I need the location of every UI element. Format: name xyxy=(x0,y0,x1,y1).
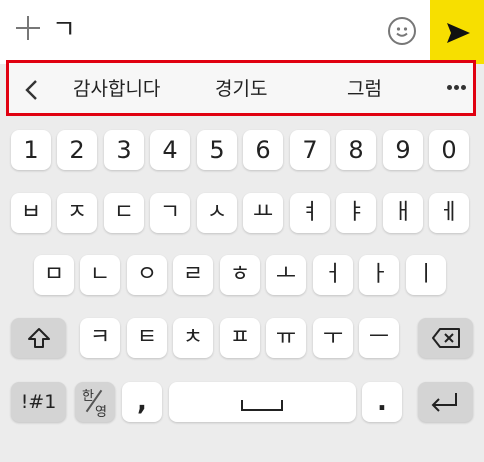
emoji-icon[interactable] xyxy=(388,17,416,45)
message-input-bar: ㄱ xyxy=(0,0,484,64)
more-horizontal-icon[interactable] xyxy=(447,85,467,91)
key-4[interactable]: 4 xyxy=(150,130,190,170)
key-mieum[interactable]: ㅁ xyxy=(34,255,74,295)
key-ieung[interactable]: ㅇ xyxy=(127,255,167,295)
key-6[interactable]: 6 xyxy=(243,130,283,170)
key-1[interactable]: 1 xyxy=(11,130,51,170)
key-jieut[interactable]: ㅈ xyxy=(57,193,97,233)
suggestion-item[interactable]: 그럼 xyxy=(347,77,382,101)
suggestion-item[interactable]: 감사합니다 xyxy=(73,77,160,101)
key-9[interactable]: 9 xyxy=(383,130,423,170)
key-ya[interactable]: ㅑ xyxy=(336,193,376,233)
key-e[interactable]: ㅔ xyxy=(429,193,469,233)
key-tieut[interactable]: ㅌ xyxy=(127,318,167,358)
key-5[interactable]: 5 xyxy=(197,130,237,170)
key-a[interactable]: ㅏ xyxy=(359,255,399,295)
key-eu[interactable]: ㅡ xyxy=(359,318,399,358)
key-2[interactable]: 2 xyxy=(57,130,97,170)
key-chieut[interactable]: ㅊ xyxy=(173,318,213,358)
chevron-left-icon[interactable] xyxy=(23,79,41,100)
key-eo[interactable]: ㅓ xyxy=(313,255,353,295)
period-key[interactable]: . xyxy=(362,382,402,422)
key-kieuk[interactable]: ㅋ xyxy=(80,318,120,358)
key-digeut[interactable]: ㄷ xyxy=(104,193,144,233)
plus-icon[interactable] xyxy=(14,14,42,42)
space-key[interactable] xyxy=(169,382,356,422)
key-i[interactable]: ㅣ xyxy=(406,255,446,295)
enter-button[interactable] xyxy=(418,382,473,422)
backspace-icon xyxy=(432,328,460,348)
enter-icon xyxy=(431,393,457,412)
key-yo[interactable]: ㅛ xyxy=(243,193,283,233)
shift-icon xyxy=(28,328,50,348)
key-rieul[interactable]: ㄹ xyxy=(173,255,213,295)
backspace-button[interactable] xyxy=(418,318,473,358)
key-u[interactable]: ㅜ xyxy=(313,318,353,358)
symbol-key[interactable]: !#1 xyxy=(11,382,66,422)
send-icon xyxy=(447,23,470,43)
language-toggle-key[interactable]: 한 영 xyxy=(75,382,115,422)
lang-yeong-label: 영 xyxy=(95,405,107,420)
comma-key[interactable]: , xyxy=(122,382,162,422)
key-0[interactable]: 0 xyxy=(429,130,469,170)
send-button[interactable] xyxy=(430,0,484,64)
key-yeo[interactable]: ㅕ xyxy=(290,193,330,233)
key-ae[interactable]: ㅐ xyxy=(383,193,423,233)
message-input[interactable]: ㄱ xyxy=(52,14,76,46)
space-icon xyxy=(241,400,283,411)
key-pieup[interactable]: ㅍ xyxy=(220,318,260,358)
key-8[interactable]: 8 xyxy=(336,130,376,170)
key-nieun[interactable]: ㄴ xyxy=(80,255,120,295)
key-giyeok[interactable]: ㄱ xyxy=(150,193,190,233)
key-bieup[interactable]: ㅂ xyxy=(11,193,51,233)
suggestion-item[interactable]: 경기도 xyxy=(215,77,267,101)
key-hieut[interactable]: ㅎ xyxy=(220,255,260,295)
key-o[interactable]: ㅗ xyxy=(266,255,306,295)
key-7[interactable]: 7 xyxy=(290,130,330,170)
key-yu[interactable]: ㅠ xyxy=(266,318,306,358)
key-siot[interactable]: ㅅ xyxy=(197,193,237,233)
suggestion-bar: 감사합니다 경기도 그럼 xyxy=(6,60,476,116)
key-3[interactable]: 3 xyxy=(104,130,144,170)
shift-button[interactable] xyxy=(11,318,66,358)
